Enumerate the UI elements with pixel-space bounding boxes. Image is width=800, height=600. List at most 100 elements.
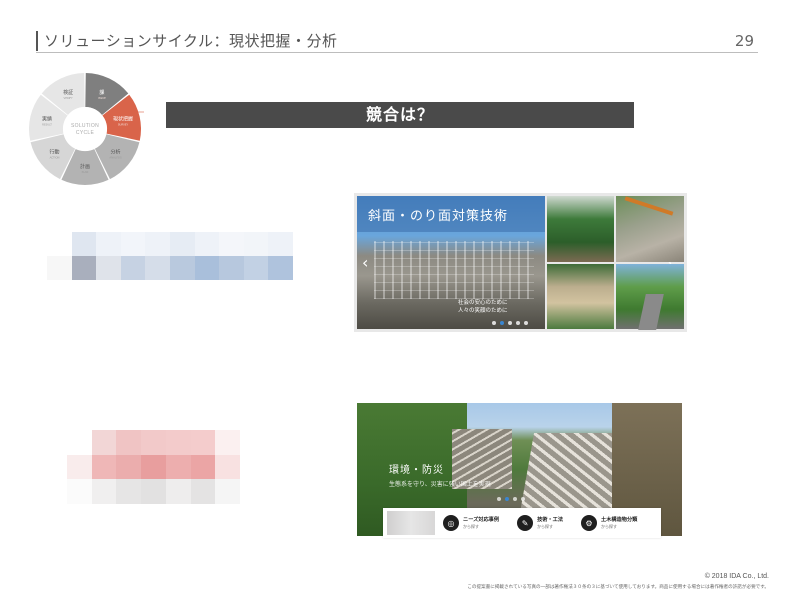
- mosaic-cell: [71, 256, 97, 280]
- carousel-dot: [513, 497, 517, 501]
- mosaic-cell: [170, 256, 195, 280]
- mosaic-cell: [190, 479, 216, 504]
- header-accent-bar: [36, 31, 38, 51]
- environment-overlay: 環境・防災 生態系を守り、災害に強い国土を実現: [389, 461, 491, 488]
- mosaic-cell: [243, 256, 269, 280]
- mosaic-cell: [91, 430, 117, 455]
- cycle-segment-sublabel: ACTION: [50, 155, 60, 159]
- nav-needs-cases-sub: から探す: [463, 523, 479, 529]
- slope-caption-line-2: 人々の笑顔のために: [458, 308, 508, 314]
- cycle-segment-sublabel: RESULT: [42, 122, 52, 126]
- solution-cycle-diagram: SOLUTION CYCLE 課 ISSUE 現状把握 SURVEY 分析 ANALYSI…: [26, 70, 144, 188]
- mosaic-cell: [219, 256, 244, 280]
- cycle-segment-label: 課: [99, 89, 104, 96]
- mosaic-cell: [47, 232, 72, 256]
- mosaic-cell: [268, 256, 293, 280]
- mosaic-cell: [120, 232, 146, 256]
- nav-tech-methods-sub: から探す: [537, 523, 554, 529]
- cycle-segment-label: 分析: [110, 148, 120, 155]
- mosaic-cell: [170, 232, 195, 256]
- carousel-dot: [492, 321, 496, 325]
- thumbnail-highway: [616, 264, 684, 330]
- page-number: 29: [734, 32, 754, 50]
- mosaic-cell: [145, 232, 170, 256]
- mosaic-cell: [215, 479, 240, 504]
- carousel-dot: [521, 497, 525, 501]
- question-banner: 競合は？: [166, 102, 634, 128]
- page-title: ソリューションサイクル：現状把握・分析: [44, 32, 338, 50]
- mosaic-cell: [67, 479, 92, 504]
- mosaic-cell: [219, 232, 244, 256]
- carousel-dots-2: [497, 497, 525, 501]
- mosaic-cell: [190, 454, 216, 480]
- cycle-segment-label: 検証: [63, 89, 73, 96]
- cycle-segment-label: 現状把握: [113, 115, 133, 122]
- carousel-dot: [508, 321, 512, 325]
- copyright-notice: © 2018 IDA Co., Ltd.: [704, 573, 769, 580]
- nav-structure-class[interactable]: ⚙ 土木構造物分類 から探す: [581, 515, 637, 531]
- tools-icon: ✎: [517, 515, 534, 531]
- environment-subtitle: 生態系を守り、災害に強い国土を実現: [389, 481, 491, 488]
- carousel-dots: [492, 321, 528, 325]
- mosaic-cell: [141, 430, 166, 455]
- nav-needs-cases[interactable]: ◎ ニーズ対応事例 から探す: [443, 515, 499, 531]
- carousel-dot-active: [505, 497, 509, 501]
- cycle-wheel: SOLUTION CYCLE 課ISSUE 現状把握SURVEY 分析ANALYSI…: [29, 73, 144, 185]
- mosaic-cell: [165, 454, 191, 480]
- mosaic-cell: [165, 479, 191, 504]
- mosaic-cell: [96, 232, 121, 256]
- blurred-logo-nav: [387, 511, 435, 535]
- environment-title: 環境・防災: [389, 465, 444, 476]
- thumbnail-rock-face: [547, 264, 614, 329]
- target-icon: ◎: [443, 515, 459, 531]
- carousel-prev-icon: ‹: [362, 253, 369, 272]
- slope-caption: 社会の安心のために 人々の笑顔のために: [458, 299, 508, 315]
- mosaic-cell: [91, 479, 117, 504]
- slope-grid-texture: [374, 241, 534, 299]
- mosaic-cell: [67, 430, 92, 455]
- blurred-logo-bottom: [67, 430, 240, 504]
- carousel-dot: [524, 321, 528, 325]
- mosaic-cell: [91, 454, 117, 480]
- mosaic-cell: [120, 256, 146, 280]
- mosaic-cell: [71, 232, 97, 256]
- mosaic-cell: [194, 232, 220, 256]
- mosaic-cell: [116, 454, 142, 480]
- website-screenshot-slope-tech: 斜面・のり面対策技術 社会の安心のために 人々の笑顔のために ‹ ›: [354, 193, 687, 332]
- nav-tech-methods-label: 技術・工法: [537, 516, 564, 523]
- mosaic-cell: [243, 232, 269, 256]
- slope-title-text: 斜面・のり面対策技術: [368, 209, 509, 224]
- mosaic-cell: [215, 430, 240, 455]
- cycle-segment-sublabel: PLAN: [82, 170, 89, 174]
- carousel-dot: [497, 497, 501, 501]
- nav-structure-class-label: 土木構造物分類: [601, 516, 638, 523]
- mosaic-cell: [165, 430, 191, 455]
- mosaic-cell: [194, 256, 220, 280]
- mosaic-cell: [141, 479, 166, 504]
- mosaic-cell: [268, 232, 293, 256]
- nav-tech-methods[interactable]: ✎ 技術・工法 から探す: [517, 515, 563, 531]
- mosaic-cell: [116, 479, 142, 504]
- mosaic-cell: [145, 256, 170, 280]
- cycle-segment-sublabel: VERIFY: [64, 96, 73, 100]
- carousel-dot: [516, 321, 520, 325]
- site-search-navbar: ◎ ニーズ対応事例 から探す ✎ 技術・工法 から探す ⚙ 土木構造物分類 から…: [383, 508, 661, 538]
- cycle-center-label-1: SOLUTION: [71, 123, 99, 129]
- header-divider: [36, 52, 758, 53]
- cycle-segment-label: 行動: [50, 148, 60, 155]
- mosaic-cell: [116, 430, 142, 455]
- mosaic-cell: [67, 454, 92, 480]
- carousel-dot-active: [500, 321, 504, 325]
- mosaic-cell: [190, 430, 216, 455]
- structure-icon: ⚙: [581, 515, 598, 531]
- thumbnail-forest-slope: [547, 196, 614, 262]
- mosaic-cell: [141, 454, 166, 480]
- slope-caption-line-1: 社会の安心のために: [458, 300, 508, 306]
- thumbnail-construction-crane: [616, 196, 684, 262]
- cycle-segment-label: 実績: [42, 115, 52, 122]
- blurred-logo-top: [47, 232, 293, 280]
- nav-structure-class-sub: から探す: [601, 523, 618, 529]
- cycle-segment-sublabel: ANALYSIS: [109, 155, 122, 159]
- image-disclaimer: この提案書に掲載されている写真の一部は著作権法３０条の３に基づいて使用しておりま…: [467, 585, 769, 590]
- mosaic-cell: [215, 454, 240, 480]
